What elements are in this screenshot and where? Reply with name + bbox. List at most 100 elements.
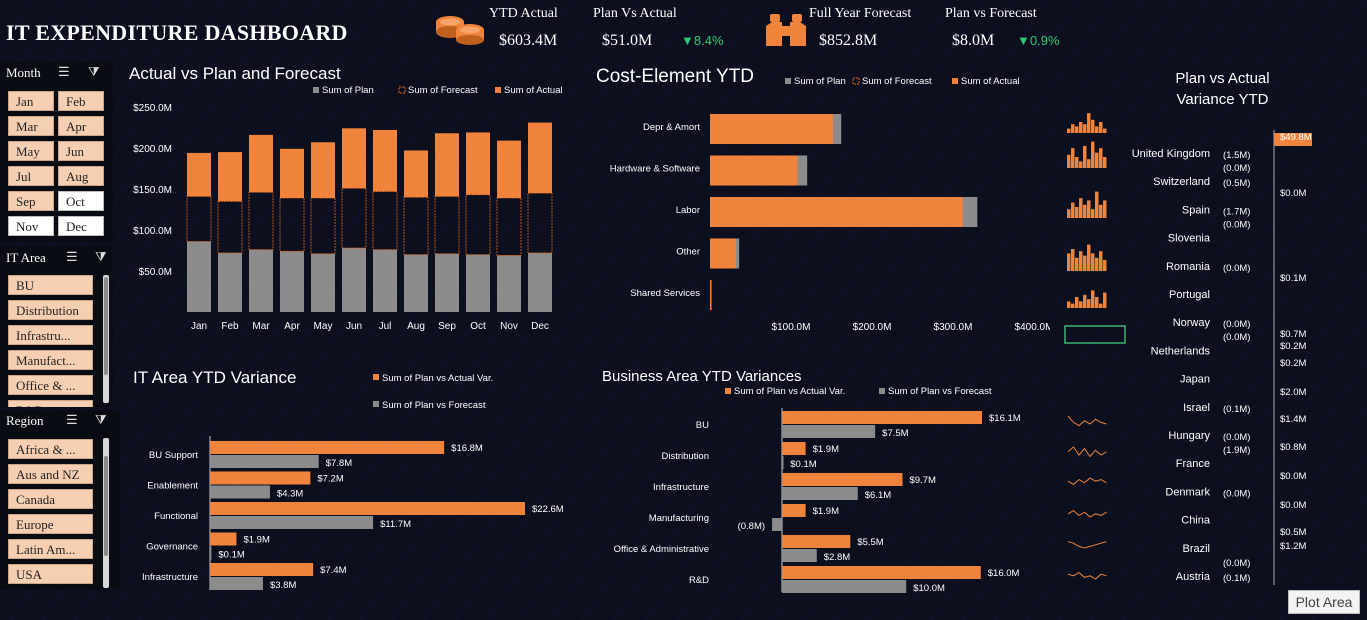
it-area-button[interactable]: BU — [8, 275, 93, 295]
dashboard-title: IT EXPENDITURE DASHBOARD — [6, 20, 348, 45]
bar-plan-vs-actual — [782, 442, 806, 455]
y-tick-label: $50.0M — [139, 267, 172, 278]
region-button[interactable]: USA — [8, 564, 93, 584]
clear-filter-icon[interactable]: ⧩ — [95, 412, 107, 428]
x-tick-label: Mar — [252, 321, 270, 332]
bar-forecast — [186, 195, 212, 242]
category-label: R&D — [689, 575, 709, 586]
month-button-jun[interactable]: Jun — [58, 141, 104, 161]
month-button-may[interactable]: May — [8, 141, 54, 161]
bar-plan — [311, 253, 335, 312]
country-label: United Kingdom — [1132, 148, 1210, 160]
bar-plan-vs-forecast — [772, 518, 782, 531]
it-area-button[interactable]: R&D — [8, 400, 93, 407]
kpi-full-year-forecast-value: $852.8M — [819, 32, 878, 49]
month-button-feb[interactable]: Feb — [58, 91, 104, 111]
data-label: $0.0M — [1280, 471, 1306, 482]
data-label: (0.0M) — [1223, 219, 1250, 230]
bar-actual — [187, 152, 211, 197]
country-label: Netherlands — [1151, 345, 1211, 357]
month-button-jul[interactable]: Jul — [8, 166, 54, 186]
sparkline-bar — [1095, 152, 1099, 168]
it-area-button[interactable]: Manufact... — [8, 350, 93, 370]
bar-plan-vs-actual — [782, 473, 903, 486]
binoculars-icon — [764, 12, 808, 48]
data-label: $0.2M — [1280, 358, 1306, 369]
data-label: $16.8M — [451, 443, 483, 454]
sparkline-bar — [1087, 200, 1091, 218]
multi-select-icon[interactable]: ☰ — [58, 64, 70, 80]
actual-vs-plan-chart[interactable]: $50.0M $100.0M $150.0M $200.0M $250.0M Sum of… — [120, 80, 570, 340]
sparkline-bar — [1067, 209, 1071, 218]
sparkline-bar — [1067, 154, 1071, 168]
bar-forecast — [310, 197, 336, 255]
it-area-button[interactable]: Infrastru... — [8, 325, 93, 345]
scroll-thumb[interactable] — [104, 277, 108, 375]
bar-plan-vs-actual — [782, 535, 851, 548]
clear-filter-icon[interactable]: ⧩ — [88, 64, 100, 80]
sparkline-bar — [1075, 257, 1079, 271]
sparkline-bar — [1083, 204, 1087, 218]
bar-plan — [528, 252, 552, 312]
month-button-jan[interactable]: Jan — [8, 91, 54, 111]
category-label: Labor — [676, 205, 700, 216]
bar-actual — [710, 114, 834, 144]
region-button[interactable]: Canada — [8, 489, 93, 509]
region-button[interactable]: Europe — [8, 514, 93, 534]
month-button-nov[interactable]: Nov — [8, 216, 54, 236]
sparkline-bar — [1091, 253, 1095, 271]
bar-plan-vs-forecast — [210, 485, 270, 499]
sparkline-bar — [1071, 124, 1075, 133]
sparkline-bar — [1087, 113, 1091, 133]
legend-swatch — [373, 374, 379, 380]
data-label: $0.1M — [790, 459, 816, 470]
triangle-down-icon: ▼ — [681, 33, 694, 48]
country-label: China — [1181, 515, 1211, 527]
region-scrollbar[interactable] — [103, 438, 109, 588]
month-button-sep[interactable]: Sep — [8, 191, 54, 211]
y-tick-label: $200.0M — [133, 144, 172, 155]
data-label: $22.6M — [532, 504, 564, 515]
x-tick-label: Aug — [407, 321, 425, 332]
multi-select-icon[interactable]: ☰ — [66, 412, 78, 428]
bar-forecast — [496, 197, 522, 256]
bar-actual — [497, 140, 521, 199]
country-label: Romania — [1166, 261, 1211, 273]
bar-forecast — [403, 196, 429, 255]
data-label: $5.5M — [857, 537, 883, 548]
it-area-scrollbar[interactable] — [103, 275, 109, 403]
region-button[interactable]: Aus and NZ — [8, 464, 93, 484]
month-button-mar[interactable]: Mar — [8, 116, 54, 136]
x-tick-label: Jul — [379, 321, 392, 332]
region-button[interactable]: Africa & ... — [8, 439, 93, 459]
selected-cell — [1064, 325, 1126, 344]
sparkline-bar — [1071, 148, 1075, 168]
legend-swatch — [313, 87, 319, 93]
data-label: $1.4M — [1280, 414, 1306, 425]
region-button[interactable]: Latin Am... — [8, 539, 93, 559]
it-area-button[interactable]: Distribution — [8, 300, 93, 320]
country-label: Slovenia — [1168, 233, 1211, 245]
month-button-apr[interactable]: Apr — [58, 116, 104, 136]
cost-element-chart[interactable]: Sum of Plan Sum of Forecast Sum of Actual D… — [590, 70, 1050, 340]
legend-label: Sum of Plan — [322, 85, 374, 96]
month-button-dec[interactable]: Dec — [58, 216, 104, 236]
country-variance-chart[interactable]: United Kingdom (1.5M) (0.0M) Switzerland (0.… — [1120, 125, 1367, 590]
bar-plan-vs-actual — [210, 532, 237, 546]
bar-forecast — [434, 195, 460, 255]
data-label: (0.1M) — [1223, 573, 1250, 584]
x-tick-label: $200.0M — [853, 322, 892, 333]
bar-forecast — [217, 200, 243, 254]
sparkline-bar — [1099, 148, 1103, 168]
it-area-button[interactable]: Office & ... — [8, 375, 93, 395]
legend-label: Sum of Plan vs Actual Var. — [734, 386, 845, 397]
data-label: $0.1M — [218, 550, 244, 561]
sparkline-bar — [1103, 157, 1107, 168]
scroll-thumb[interactable] — [104, 456, 108, 556]
it-area-variance-chart[interactable]: Sum of Plan vs Actual Var. Sum of Plan vs… — [120, 368, 590, 598]
data-label: $16.0M — [988, 568, 1020, 579]
month-button-aug[interactable]: Aug — [58, 166, 104, 186]
month-button-oct[interactable]: Oct — [58, 191, 104, 211]
data-label: $7.2M — [317, 474, 343, 485]
sparkline-bar — [1095, 297, 1099, 308]
